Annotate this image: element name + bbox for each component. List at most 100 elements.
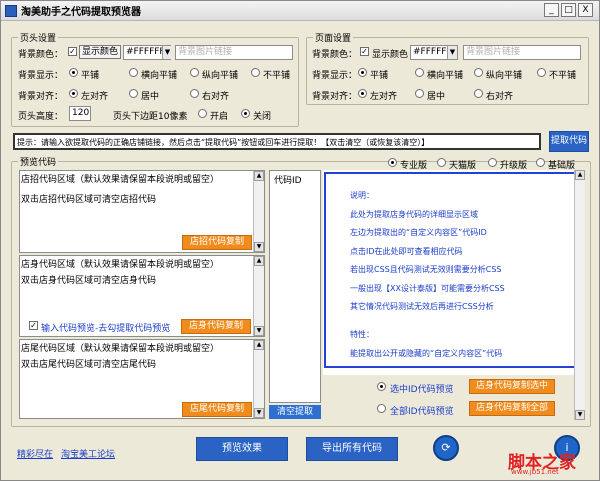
refresh-icon[interactable]: ⟳ xyxy=(433,435,459,461)
selected-preview-radio[interactable] xyxy=(377,382,386,391)
detail-scrollbar[interactable]: ▲ ▼ xyxy=(574,170,585,420)
all-preview-radio[interactable] xyxy=(377,404,386,413)
scroll-up-icon[interactable]: ▲ xyxy=(254,340,264,350)
header-align-left-radio[interactable] xyxy=(69,89,78,98)
header-height-label: 页头高度： xyxy=(18,112,64,122)
header-display-notile-radio[interactable] xyxy=(251,68,260,77)
tail-code-textarea[interactable]: 店尾代码区域（默认效果请保留本段说明或留空） 双击店尾代码区域可清空店尾代码 ▲… xyxy=(19,339,265,419)
recruit-code-textarea[interactable]: 店招代码区域（默认效果请保留本段说明或留空） 双击店招代码区域可清空店招代码 ▲… xyxy=(19,170,265,253)
header-show-color-checkbox[interactable]: ✓ xyxy=(68,47,77,56)
preview-title: 预览代码 xyxy=(18,155,59,168)
page-align-right-label: 右对齐 xyxy=(486,92,514,102)
header-bg-image-input[interactable]: 背景图片链接 xyxy=(175,45,293,60)
page-align-left-radio[interactable] xyxy=(358,89,367,98)
all-preview-label: 全部ID代码预览 xyxy=(390,407,454,417)
header-bg-color-label: 背景颜色： xyxy=(18,50,64,60)
recruit-copy-button[interactable]: 店招代码复制 xyxy=(182,235,252,250)
page-bg-color-label: 背景颜色： xyxy=(312,50,358,60)
title-bar: 淘美助手之代码提取预览器 _ □ X xyxy=(1,1,599,21)
page-display-notile-radio[interactable] xyxy=(537,68,546,77)
page-display-tile-radio[interactable] xyxy=(358,68,367,77)
header-margin-label: 页头下边距10像素 xyxy=(113,112,188,122)
version-tmall-radio[interactable] xyxy=(437,158,446,167)
body-code-hint: 双击店身代码区域可清空店身代码 xyxy=(21,276,157,286)
header-align-right-radio[interactable] xyxy=(190,89,199,98)
header-display-htile-radio[interactable] xyxy=(129,68,138,77)
url-input[interactable]: 提示：请输入欲提取代码的正确店铺链接，然后点击“提取代码”按钮或回车进行提取！【… xyxy=(13,133,541,150)
minimize-button[interactable]: _ xyxy=(544,3,559,17)
recruit-code-hint: 双击店招代码区域可清空店招代码 xyxy=(21,195,157,205)
tail-scrollbar[interactable]: ▲ ▼ xyxy=(253,340,264,418)
selected-preview-label: 选中ID代码预览 xyxy=(390,385,454,395)
preview-effect-button[interactable]: 预览效果 xyxy=(196,437,288,461)
page-display-vtile-label: 纵向平铺 xyxy=(486,71,523,81)
page-align-right-radio[interactable] xyxy=(474,89,483,98)
app-window: 淘美助手之代码提取预览器 _ □ X 页头设置 背景颜色： ✓ 显示颜色 #FF… xyxy=(0,0,600,481)
watermark-url: www.jb51.net xyxy=(511,468,559,476)
scroll-up-icon[interactable]: ▲ xyxy=(254,171,264,181)
forum-link-2[interactable]: 淘宝美工论坛 xyxy=(61,447,115,460)
header-margin-off-radio[interactable] xyxy=(241,109,250,118)
page-bg-align-label: 背景对齐： xyxy=(312,92,358,102)
clear-extract-button[interactable]: 清空提取 xyxy=(269,405,321,419)
page-align-left-label: 左对齐 xyxy=(370,92,398,102)
recruit-scrollbar[interactable]: ▲ ▼ xyxy=(253,171,264,252)
info-line-4: 若出现CSS且代码测试无效则需要分析CSS xyxy=(350,265,502,274)
page-settings-title: 页面设置 xyxy=(313,31,354,44)
header-bg-align-label: 背景对齐： xyxy=(18,92,64,102)
page-show-color-checkbox[interactable]: ✓ xyxy=(360,47,369,56)
scroll-down-icon[interactable]: ▼ xyxy=(575,410,585,420)
scroll-down-icon[interactable]: ▼ xyxy=(254,408,264,418)
tail-copy-button[interactable]: 店尾代码复制 xyxy=(182,402,252,417)
maximize-button[interactable]: □ xyxy=(561,3,576,17)
info-line-1: 此处为提取店身代码的详细显示区域 xyxy=(350,210,478,219)
header-display-vtile-radio[interactable] xyxy=(190,68,199,77)
header-display-vtile-label: 纵向平铺 xyxy=(202,71,239,81)
window-title: 淘美助手之代码提取预览器 xyxy=(21,7,141,18)
info-line-2: 左边为提取出的“自定义内容区”代码ID xyxy=(350,228,487,237)
close-button[interactable]: X xyxy=(578,3,593,17)
recruit-code-header: 店招代码区域（默认效果请保留本段说明或留空） xyxy=(21,175,220,185)
page-bg-display-label: 背景显示： xyxy=(312,71,358,81)
page-display-htile-radio[interactable] xyxy=(415,68,424,77)
info-line-8: 特性： xyxy=(350,330,374,339)
chevron-down-icon[interactable]: ▼ xyxy=(162,46,172,59)
header-display-htile-label: 横向平铺 xyxy=(141,71,178,81)
header-display-tile-radio[interactable] xyxy=(69,68,78,77)
header-margin-on-label: 开启 xyxy=(210,112,229,122)
body-copy-button[interactable]: 店身代码复制 xyxy=(181,319,251,334)
forum-link-1[interactable]: 精彩尽在 xyxy=(17,447,53,460)
app-icon xyxy=(5,4,17,17)
page-display-tile-label: 平铺 xyxy=(370,71,389,81)
copy-selected-button[interactable]: 店身代码复制选中 xyxy=(469,379,555,394)
scroll-down-icon[interactable]: ▼ xyxy=(254,242,264,252)
page-align-center-radio[interactable] xyxy=(415,89,424,98)
header-settings-title: 页头设置 xyxy=(18,31,59,44)
page-bg-image-input[interactable]: 背景图片链接 xyxy=(463,45,581,60)
page-display-vtile-radio[interactable] xyxy=(474,68,483,77)
header-display-notile-label: 不平铺 xyxy=(263,71,291,81)
header-align-center-radio[interactable] xyxy=(129,89,138,98)
version-basic-radio[interactable] xyxy=(536,158,545,167)
info-line-5: 一般出现【XX设计泰版】可能需要分析CSS xyxy=(350,284,505,293)
scroll-up-icon[interactable]: ▲ xyxy=(254,256,264,266)
version-upgrade-radio[interactable] xyxy=(488,158,497,167)
header-margin-on-radio[interactable] xyxy=(198,109,207,118)
code-id-list[interactable]: 代码ID xyxy=(269,170,321,403)
code-id-label: 代码ID xyxy=(274,176,302,186)
scroll-up-icon[interactable]: ▲ xyxy=(575,170,585,180)
scroll-down-icon[interactable]: ▼ xyxy=(254,326,264,336)
tail-code-hint: 双击店尾代码区域可清空店尾代码 xyxy=(21,360,157,370)
export-all-button[interactable]: 导出所有代码 xyxy=(306,437,398,461)
input-preview-checkbox[interactable]: ✓ xyxy=(29,321,38,330)
page-display-notile-label: 不平铺 xyxy=(549,71,577,81)
extract-code-button[interactable]: 提取代码 xyxy=(549,131,589,152)
header-show-color-button[interactable]: 显示颜色 xyxy=(79,45,121,59)
copy-all-button[interactable]: 店身代码复制全部 xyxy=(469,401,555,416)
body-code-header: 店身代码区域（默认效果请保留本段说明或留空） xyxy=(21,260,220,270)
info-box: 说明： 此处为提取店身代码的详细显示区域 左边为提取出的“自定义内容区”代码ID… xyxy=(324,172,582,368)
body-scrollbar[interactable]: ▲ ▼ xyxy=(253,256,264,336)
chevron-down-icon[interactable]: ▼ xyxy=(447,46,457,59)
header-height-input[interactable]: 120 xyxy=(69,106,91,121)
version-pro-radio[interactable] xyxy=(388,158,397,167)
